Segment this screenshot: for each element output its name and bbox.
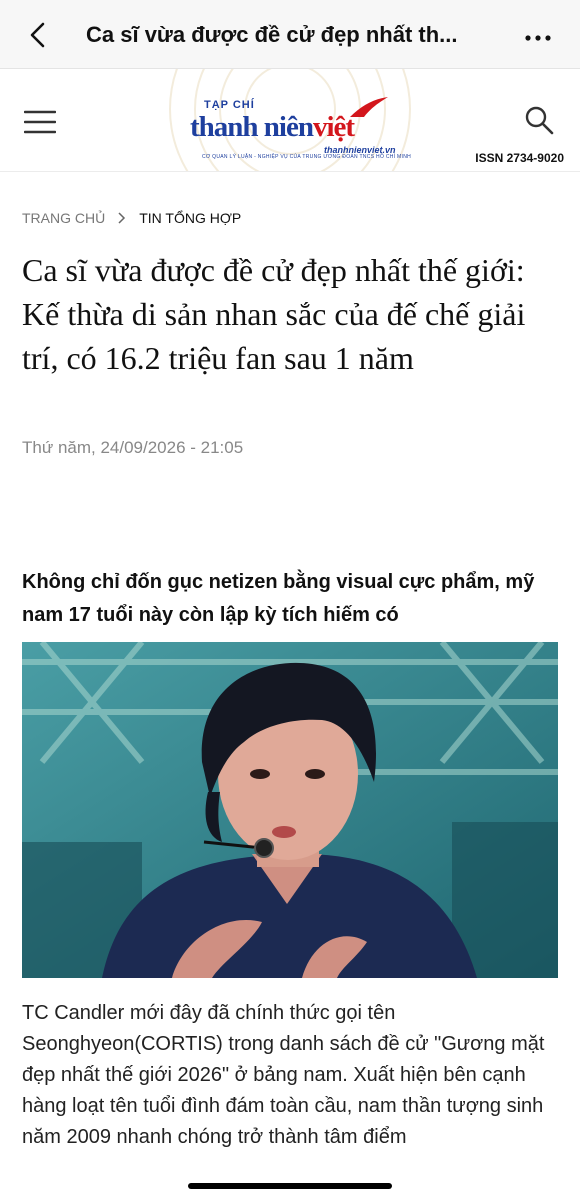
logo-kicker: TẠP CHÍ [204, 99, 255, 111]
breadcrumb-home-link[interactable]: TRANG CHỦ [22, 210, 105, 226]
publish-date: Thứ năm, 24/09/2026 - 21:05 [22, 438, 244, 457]
hamburger-menu-icon [23, 110, 57, 134]
back-button[interactable] [22, 18, 56, 52]
logo-tagline: CƠ QUAN LÝ LUẬN - NGHIỆP VỤ CỦA TRUNG ƯƠ… [202, 154, 412, 160]
app-top-bar: Ca sĩ vừa được đề cử đẹp nhất th... [0, 0, 580, 69]
logo-wordmark: thanh niênviệt [190, 111, 355, 144]
more-options-button[interactable] [518, 22, 558, 50]
logo-flag-icon [350, 97, 388, 117]
breadcrumb: TRANG CHỦ TIN TỔNG HỢP [22, 210, 241, 226]
article-body: TC Candler mới đây đã chính thức gọi tên… [22, 1002, 545, 1148]
search-button[interactable] [522, 103, 556, 137]
issn-number: ISSN 2734-9020 [475, 151, 564, 165]
article-photo[interactable] [22, 642, 558, 978]
menu-button[interactable] [23, 109, 57, 135]
home-indicator[interactable] [188, 1183, 392, 1189]
site-logo[interactable]: TẠP CHÍ thanh niênviệt thanhnienviet.vn … [190, 93, 411, 171]
search-icon [525, 106, 554, 135]
breadcrumb-category-link[interactable]: TIN TỔNG HỢP [139, 210, 241, 226]
article-headline: Ca sĩ vừa được đề cử đẹp nhất thế giới: … [22, 252, 526, 376]
more-horizontal-icon [525, 35, 551, 41]
performer-photo-illustration [22, 642, 558, 978]
chevron-left-icon [30, 22, 45, 48]
page-title: Ca sĩ vừa được đề cử đẹp nhất th... [86, 22, 458, 47]
site-header: TẠP CHÍ thanh niênviệt thanhnienviet.vn … [0, 69, 580, 172]
article-sapo: Không chỉ đốn gục netizen bằng visual cự… [22, 571, 535, 626]
chevron-right-icon [117, 212, 127, 224]
logo-name-part1: thanh niên [190, 111, 314, 143]
